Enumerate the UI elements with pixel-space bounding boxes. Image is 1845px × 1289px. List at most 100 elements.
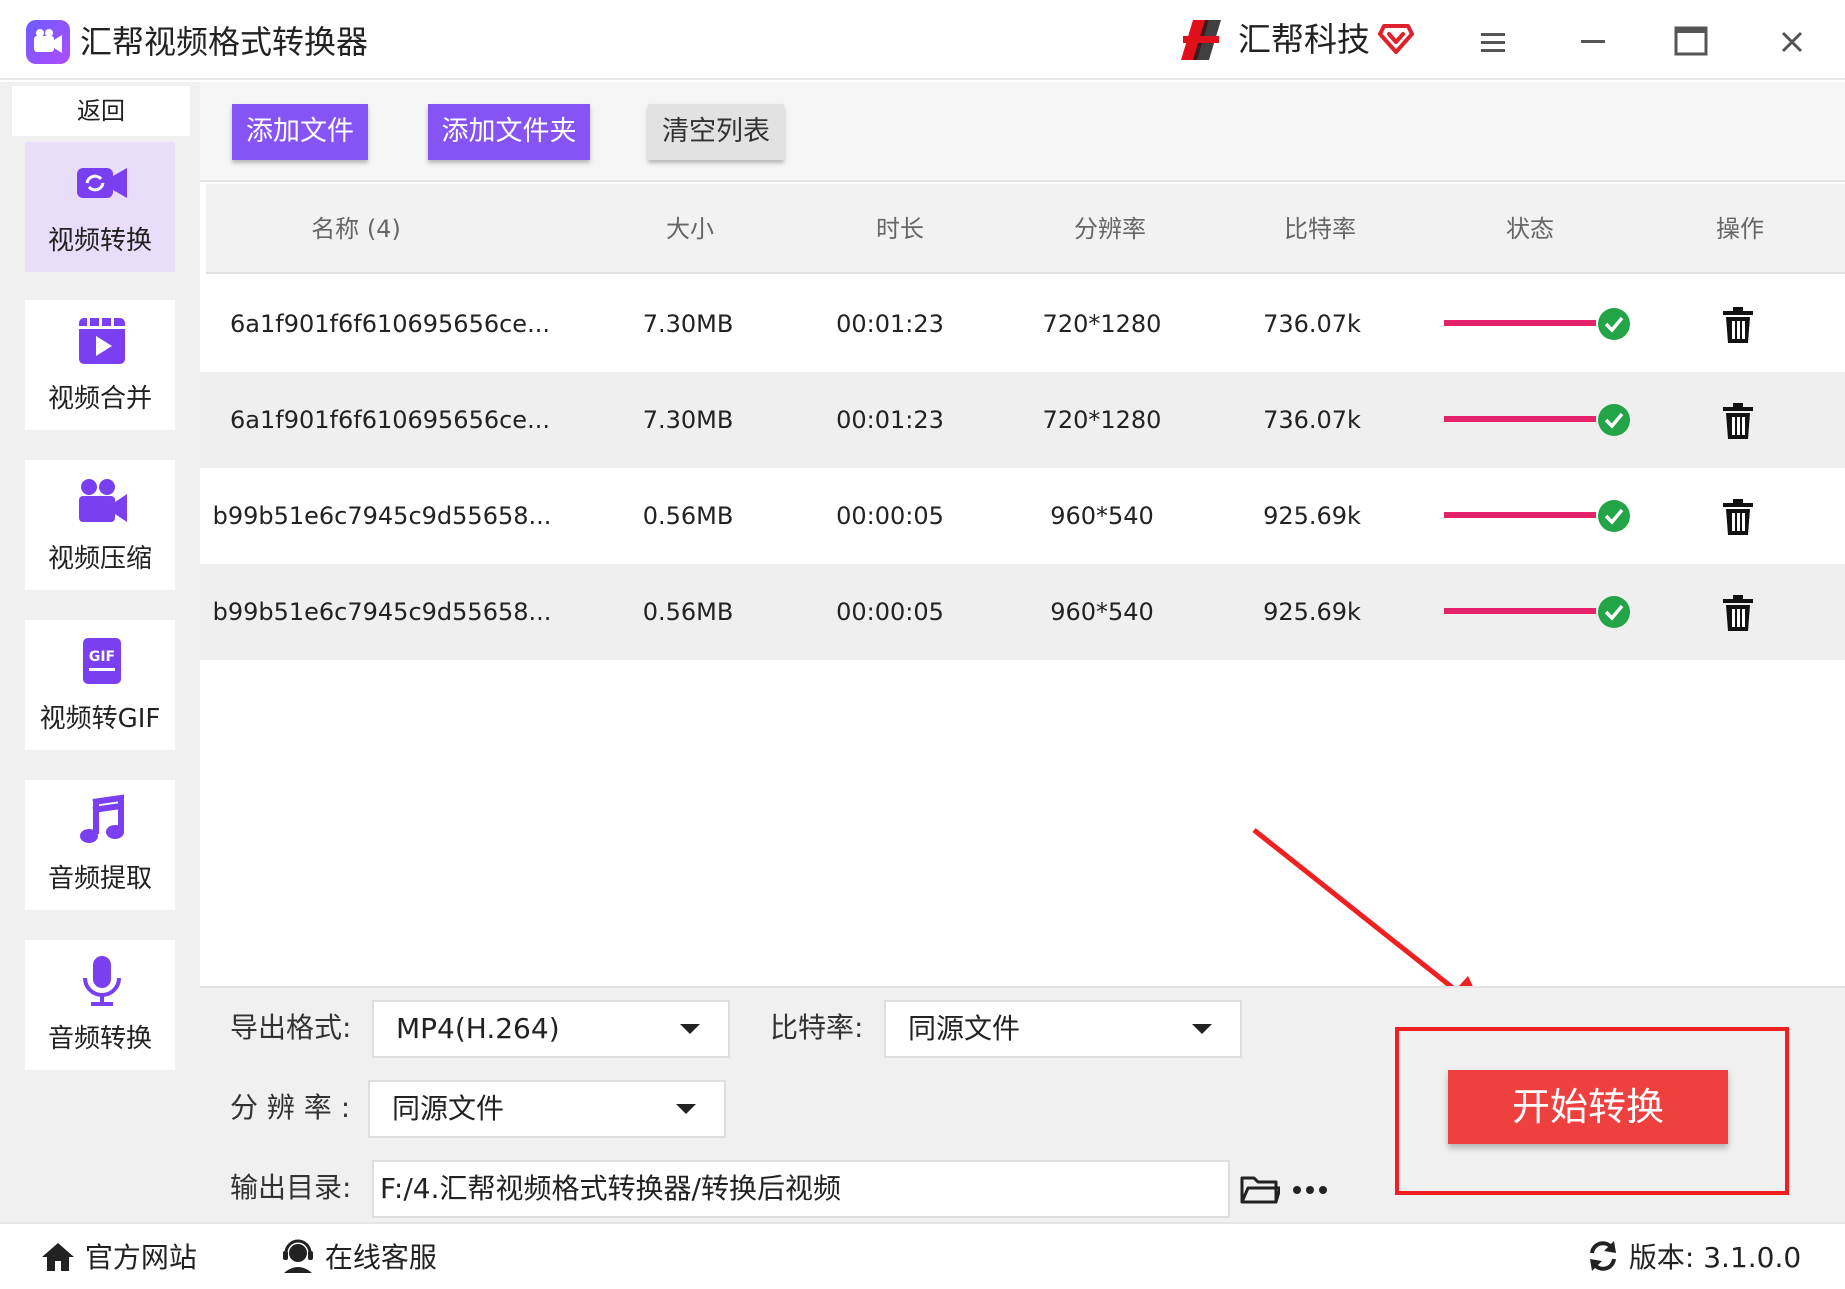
title-bar: 汇帮视频格式转换器 汇帮科技 [0,0,1845,80]
table-row[interactable]: 6a1f901f6f610695656ce... 7.30MB 00:01:23… [200,276,1845,372]
trash-icon[interactable] [1720,594,1756,632]
sidebar-item-label: 视频转GIF [39,704,161,734]
trash-icon[interactable] [1720,498,1756,536]
minimize-icon [1581,40,1605,43]
progress-bar [1444,320,1596,326]
table-row[interactable]: 6a1f901f6f610695656ce... 7.30MB 00:01:23… [200,372,1845,468]
sidebar-item-audio-extract[interactable]: 音频提取 [25,780,175,910]
trash-icon[interactable] [1720,402,1756,440]
minimize-button[interactable] [1568,20,1618,64]
check-circle-icon [1598,308,1630,340]
column-header-status: 状态 [1506,215,1554,243]
file-name: 6a1f901f6f610695656ce... [230,406,550,434]
progress-bar [1444,512,1596,518]
format-label: 导出格式: [230,1011,352,1044]
column-header-resolution[interactable]: 分辨率 [1050,184,1170,274]
file-bitrate: 736.07k [1263,310,1361,338]
vip-diamond-icon[interactable] [1378,20,1414,60]
back-button[interactable]: 返回 [12,86,190,136]
refresh-icon [1590,1241,1616,1271]
file-resolution: 960*540 [1050,598,1154,626]
video-merge-icon [79,318,125,364]
gif-icon: GIF [83,638,121,684]
start-convert-button[interactable]: 开始转换 [1448,1070,1728,1144]
folder-icon[interactable] [1240,1172,1280,1206]
menu-icon [1481,33,1505,52]
bitrate-label: 比特率: [770,1011,864,1044]
official-website-link[interactable]: 官方网站 [40,1236,197,1280]
sidebar-item-video-gif[interactable]: GIF 视频转GIF [25,620,175,750]
file-bitrate: 736.07k [1263,406,1361,434]
sidebar-item-audio-convert[interactable]: 音频转换 [25,940,175,1070]
file-size: 7.30MB [642,406,734,434]
add-folder-button[interactable]: 添加文件夹 [428,104,590,160]
version-info[interactable]: 版本: 3.1.0.0 [1586,1236,1801,1280]
sidebar-item-label: 视频转换 [47,226,152,256]
music-icon [80,794,124,843]
file-name: 6a1f901f6f610695656ce... [230,310,550,338]
table-row[interactable]: b99b51e6c7945c9d55658... 0.56MB 00:00:05… [200,564,1845,660]
version-label: 版本: 3.1.0.0 [1628,1241,1802,1274]
bitrate-select[interactable]: 同源文件 [884,1000,1242,1058]
output-dir-label: 输出目录: [230,1171,352,1204]
brand-logo-icon [1175,14,1227,70]
file-size: 0.56MB [642,598,734,626]
file-duration: 00:00:05 [836,598,944,626]
file-name: b99b51e6c7945c9d55658... [212,598,552,626]
resolution-label: 分 辨 率 : [230,1091,351,1124]
toolbar: 添加文件 添加文件夹 清空列表 [200,82,1845,182]
video-convert-icon [77,168,127,198]
file-bitrate: 925.69k [1263,598,1361,626]
video-compress-icon [79,479,127,522]
sidebar-item-label: 音频提取 [47,864,152,894]
sidebar-item-label: 视频合并 [47,384,152,414]
chevron-down-icon [1192,1024,1212,1034]
sidebar-item-video-compress[interactable]: 视频压缩 [25,460,175,590]
output-dir-input[interactable]: F:/4.汇帮视频格式转换器/转换后视频 [372,1160,1230,1218]
file-duration: 00:01:23 [836,406,944,434]
menu-button[interactable] [1468,20,1518,64]
table-header: 名称 (4) 大小 时长 分辨率 比特率 状态 操作 [206,184,1845,274]
sidebar: 返回 视频转换 视频合并 视频压缩 GIF 视频转GIF 音频提取 音频转换 [0,82,200,1222]
check-circle-icon [1598,596,1630,628]
file-table: 名称 (4) 大小 时长 分辨率 比特率 状态 操作 6a1f901f6f610… [200,184,1845,984]
file-duration: 00:00:05 [836,502,944,530]
file-name: b99b51e6c7945c9d55658... [212,502,552,530]
chevron-down-icon [676,1104,696,1114]
format-value: MP4(H.264) [396,1012,560,1045]
table-row[interactable]: b99b51e6c7945c9d55658... 0.56MB 00:00:05… [200,468,1845,564]
sidebar-item-label: 音频转换 [47,1024,152,1054]
official-website-label: 官方网站 [84,1241,197,1274]
column-header-action: 操作 [1716,215,1764,243]
progress-bar [1444,608,1596,614]
file-bitrate: 925.69k [1263,502,1361,530]
file-resolution: 720*1280 [1042,310,1162,338]
status-bar: 官方网站 在线客服 版本: 3.1.0.0 [0,1222,1845,1289]
column-header-duration[interactable]: 时长 [840,184,960,274]
file-resolution: 960*540 [1050,502,1154,530]
app-logo-icon [26,20,70,64]
format-select[interactable]: MP4(H.264) [372,1000,730,1058]
sidebar-item-video-convert[interactable]: 视频转换 [25,142,175,272]
file-size: 0.56MB [642,502,734,530]
clear-list-button[interactable]: 清空列表 [648,104,784,160]
maximize-icon [1674,26,1708,56]
column-header-size[interactable]: 大小 [630,184,750,274]
svg-text:GIF: GIF [89,649,115,665]
headset-icon [283,1239,313,1273]
maximize-button[interactable] [1666,20,1716,64]
online-support-link[interactable]: 在线客服 [280,1236,437,1280]
trash-icon[interactable] [1720,306,1756,344]
resolution-select[interactable]: 同源文件 [368,1080,726,1138]
progress-bar [1444,416,1596,422]
column-header-name[interactable]: 名称 (4) [266,184,446,274]
column-header-bitrate[interactable]: 比特率 [1260,184,1380,274]
add-file-button[interactable]: 添加文件 [232,104,368,160]
more-options-icon[interactable] [1292,1184,1328,1196]
close-button[interactable] [1767,20,1817,64]
sidebar-item-video-merge[interactable]: 视频合并 [25,300,175,430]
check-circle-icon [1598,500,1630,532]
chevron-down-icon [680,1024,700,1034]
resolution-value: 同源文件 [392,1092,505,1125]
sidebar-item-label: 视频压缩 [47,544,152,574]
